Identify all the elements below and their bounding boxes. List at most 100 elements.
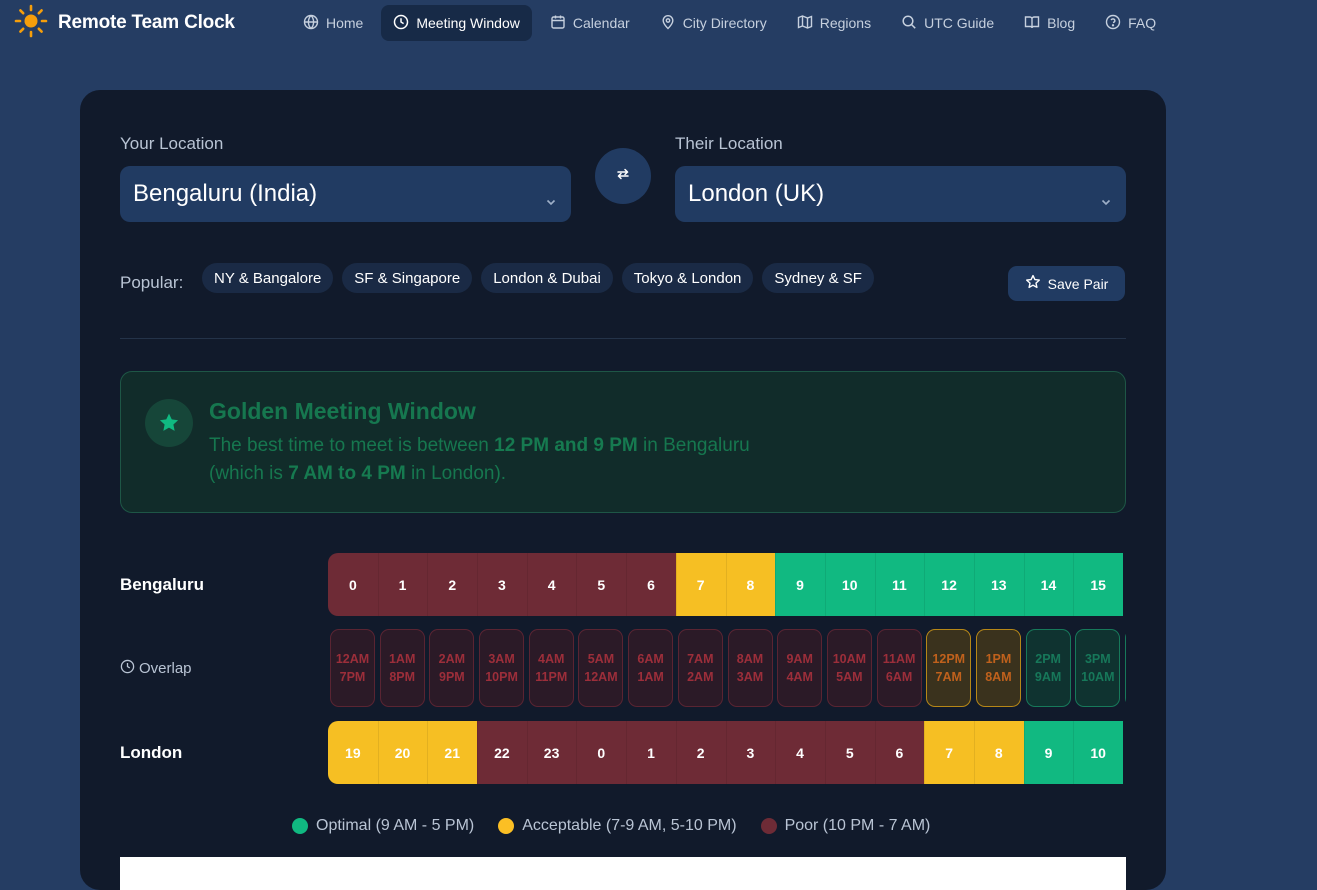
overlap-slot-top-time: 1AM <box>388 652 416 666</box>
overlap-slot[interactable]: 11AM 6AM <box>876 629 922 707</box>
popular-chip[interactable]: SF & Singapore <box>342 263 473 293</box>
overlap-slot-top-time: 3PM <box>1084 652 1111 666</box>
popular-label: Popular: <box>120 273 184 292</box>
overlap-slot[interactable]: 9AM 4AM <box>777 629 823 707</box>
hour-cell-bottom: 22 <box>477 721 527 784</box>
nav-meeting-window[interactable]: Meeting Window <box>381 5 532 41</box>
popular-chip[interactable]: London & Dubai <box>481 263 613 293</box>
legend-label: Acceptable (7-9 AM, 5-10 PM) <box>522 817 737 834</box>
golden-line-2-pre: (which is <box>209 463 289 484</box>
hour-cell-bottom: 6 <box>874 721 925 784</box>
overlap-slot[interactable]: 1PM 8AM <box>975 629 1021 707</box>
hour-cell-top: 3 <box>477 553 527 616</box>
golden-title: Golden Meeting Window <box>209 398 476 424</box>
overlap-slot-bottom-time: 1AM <box>637 670 664 684</box>
hours-bar-bottom: 19 20 21 22 23 0 1 2 3 4 5 6 7 8 9 10 <box>328 721 1126 784</box>
nav-regions-label: Regions <box>819 15 872 31</box>
golden-line-1-bold: 12 PM and 9 PM <box>494 435 638 456</box>
your-location-select[interactable]: Bengaluru (India) <box>120 166 571 222</box>
nav-calendar[interactable]: Calendar <box>538 5 642 41</box>
overlap-slot[interactable]: 7AM 2AM <box>677 629 723 707</box>
save-pair-label: Save Pair <box>1047 275 1109 292</box>
legend-dot <box>760 818 777 834</box>
hour-cell-top: 5 <box>576 553 627 616</box>
nav-home[interactable]: Home <box>291 5 375 41</box>
popular-chip[interactable]: Sydney & SF <box>762 263 874 293</box>
overlap-slot[interactable]: 6AM 1AM <box>628 629 674 707</box>
overlap-slot-top-time: 3AM <box>488 652 515 666</box>
hour-cell-top: 8 <box>725 553 776 616</box>
calendar-icon <box>550 14 566 33</box>
overlap-slot-top-time: 6AM <box>637 652 664 666</box>
overlap-slot[interactable]: 2PM 9AM <box>1025 629 1071 707</box>
legend-label: Poor (10 PM - 7 AM) <box>784 817 931 834</box>
nav-utc-guide[interactable]: UTC Guide <box>889 5 1006 41</box>
popular-chips: NY & Bangalore SF & Singapore London & D… <box>202 263 874 293</box>
golden-line-1-post: in Bengaluru <box>637 435 750 456</box>
their-location-select[interactable]: London (UK) <box>675 166 1126 222</box>
top-nav: Remote Team Clock Home Meeting Window Ca… <box>0 0 1317 46</box>
overlap-slot-top-time: 4AM <box>538 652 565 666</box>
hour-cell-top: 0 <box>328 553 378 616</box>
overlap-slot[interactable]: 12PM 7AM <box>926 629 972 707</box>
nav-calendar-label: Calendar <box>572 15 630 31</box>
overlap-slot[interactable]: 10AM 5AM <box>826 629 872 707</box>
map-pin-icon <box>660 14 676 33</box>
their-location-value: London (UK) <box>688 180 825 207</box>
overlap-slot-top-time: 11AM <box>882 652 916 666</box>
hour-cell-bottom: 7 <box>924 721 974 784</box>
hour-cell-top: 7 <box>675 553 726 616</box>
overlap-slot[interactable]: 1AM 8PM <box>379 629 425 707</box>
overlap-slot[interactable]: 3PM 10AM <box>1075 629 1121 707</box>
chevron-down-icon <box>1100 187 1112 215</box>
hour-cell-top: 4 <box>526 553 577 616</box>
hour-cell-bottom: 0 <box>576 721 627 784</box>
hour-cell-bottom: 21 <box>427 721 478 784</box>
overlap-slot[interactable]: 4AM 11PM <box>528 629 574 707</box>
brand-logo[interactable]: Remote Team Clock <box>14 4 235 43</box>
section-divider <box>120 338 1126 339</box>
hour-cell-top: 6 <box>626 553 676 616</box>
overlap-slot-bottom-time: 12AM <box>584 670 618 684</box>
star-badge-icon <box>145 399 193 447</box>
hour-cell-top: 11 <box>874 553 925 616</box>
hour-cell-top: 9 <box>775 553 825 616</box>
nav-city-directory-label: City Directory <box>682 15 767 31</box>
overlap-slot[interactable]: 8AM 3AM <box>727 629 773 707</box>
save-pair-button[interactable]: Save Pair <box>1008 266 1125 301</box>
map-icon <box>797 14 813 33</box>
overlap-slot[interactable]: 2AM 9PM <box>429 629 475 707</box>
overlap-slot-bottom-time: 10PM <box>485 670 518 684</box>
sun-icon <box>14 4 48 43</box>
swap-locations-button[interactable] <box>595 148 651 204</box>
golden-line-2-post: in London). <box>405 463 507 484</box>
overlap-slot[interactable]: 12AM 7PM <box>330 629 375 707</box>
hour-cell-bottom: 20 <box>377 721 428 784</box>
popular-chip[interactable]: NY & Bangalore <box>202 263 334 293</box>
your-location-label: Your Location <box>120 134 224 153</box>
nav-city-directory[interactable]: City Directory <box>648 5 779 41</box>
overlap-slot[interactable] <box>1125 629 1126 707</box>
nav-regions[interactable]: Regions <box>785 5 883 41</box>
overlap-slot-bottom-time: 10AM <box>1081 670 1115 684</box>
hour-cell-top: 15 <box>1073 553 1123 616</box>
nav-faq[interactable]: FAQ <box>1093 5 1168 41</box>
overlap-slot-top-time: 2AM <box>438 652 466 666</box>
overlap-slot-bottom-time: 4AM <box>786 670 813 684</box>
hour-cell-bottom: 19 <box>328 721 378 784</box>
chevron-down-icon <box>545 187 557 215</box>
help-circle-icon <box>1105 14 1121 33</box>
popular-chip[interactable]: Tokyo & London <box>621 263 754 293</box>
hour-cell-top: 12 <box>924 553 974 616</box>
overlap-slot[interactable]: 5AM 12AM <box>578 629 624 707</box>
hour-cell-bottom: 23 <box>526 721 577 784</box>
overlap-slot-bottom-time: 6AM <box>885 670 913 684</box>
hour-cell-bottom: 10 <box>1073 721 1123 784</box>
nav-meeting-window-label: Meeting Window <box>416 15 520 31</box>
row-label-top: Bengaluru <box>120 575 205 594</box>
overlap-slot[interactable]: 3AM 10PM <box>479 629 525 707</box>
hour-cell-top: 1 <box>377 553 428 616</box>
hours-bar-top: 0 1 2 3 4 5 6 7 8 9 10 11 12 13 14 15 <box>328 553 1126 616</box>
nav-blog[interactable]: Blog <box>1012 5 1087 41</box>
hour-cell-bottom: 2 <box>675 721 726 784</box>
